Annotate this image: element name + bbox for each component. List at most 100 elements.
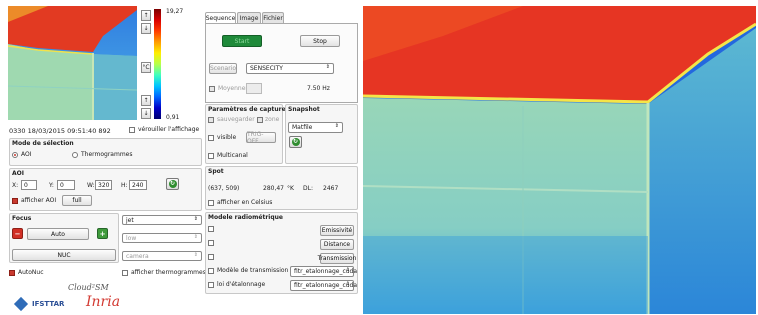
focus-minus-button[interactable]: − xyxy=(12,228,23,239)
gain-select[interactable]: low ⇕ xyxy=(122,233,202,243)
h-input[interactable]: 240 xyxy=(129,180,147,190)
spot-unit: °K xyxy=(287,185,294,192)
scenario-select[interactable]: SENSECITY ⇕ xyxy=(246,63,334,74)
show-thermo-label: afficher thermogrammes xyxy=(131,269,206,276)
cloud2sm-logo: Cloud²SM xyxy=(68,283,109,292)
snapshot-button[interactable]: ↻ xyxy=(289,136,302,148)
auto-focus-button[interactable]: Auto xyxy=(27,228,89,240)
show-aoi-checkbox[interactable] xyxy=(12,198,18,204)
snapshot-value: Matfile xyxy=(292,124,313,131)
h-label: H: xyxy=(121,182,128,189)
full-button[interactable]: full xyxy=(62,195,92,206)
spot-dl: 2467 xyxy=(323,185,339,192)
timestamp: 0330 18/03/2015 09:51:40 892 xyxy=(9,127,111,135)
autonuc-checkbox[interactable] xyxy=(9,270,15,276)
aoi-title: AOI xyxy=(12,170,24,177)
snapshot-group xyxy=(285,104,358,164)
autonuc-label: AutoNuc xyxy=(18,269,44,276)
minus-icon: − xyxy=(14,229,21,238)
w-input[interactable]: 320 xyxy=(95,180,112,190)
ifsttar-icon xyxy=(13,296,29,312)
scale-unit-label: °C xyxy=(142,64,150,71)
emissivite-checkbox[interactable] xyxy=(208,226,214,232)
scale-max: 19,27 xyxy=(166,8,184,15)
multicanal-label: Multicanal xyxy=(217,152,248,159)
scale-unit-button[interactable]: °C xyxy=(141,62,151,73)
refresh-icon: ↻ xyxy=(168,180,177,188)
frame-rate: 7.50 Hz xyxy=(307,85,330,92)
scale-down-button[interactable]: ↓ xyxy=(141,23,151,34)
tab-fichier[interactable]: Fichier xyxy=(262,12,284,23)
distance-checkbox[interactable] xyxy=(208,240,214,246)
visible-label: visible xyxy=(217,134,237,141)
spot-title: Spot xyxy=(208,168,224,175)
selection-title: Mode de sélection xyxy=(12,140,74,147)
zone-checkbox[interactable] xyxy=(257,117,263,123)
calib-label: loi d'étalonnage xyxy=(217,281,266,288)
calib-checkbox[interactable] xyxy=(208,282,214,288)
spot-temp: 280,47 xyxy=(263,185,284,192)
nuc-button[interactable]: NUC xyxy=(12,249,116,261)
celsius-checkbox[interactable] xyxy=(208,200,214,206)
transmission-button[interactable]: Transmission xyxy=(318,253,356,264)
trans-model-select[interactable]: fitr_etalonnage_cuda ⇕ xyxy=(290,266,357,277)
color-scale-bar xyxy=(154,9,161,119)
w-label: W: xyxy=(87,182,95,189)
palette-value: jet xyxy=(126,216,134,224)
y-input[interactable]: 0 xyxy=(57,180,75,190)
aoi-radio[interactable] xyxy=(12,152,18,158)
celsius-label: afficher en Celsius xyxy=(217,199,273,206)
distance-button[interactable]: Distance xyxy=(320,239,354,250)
thermo-radio-label: Thermogrammes xyxy=(81,151,133,158)
moyenner-input[interactable] xyxy=(246,83,262,94)
emissivite-button[interactable]: Emissivité xyxy=(320,225,354,236)
spot-coords: (637, 509) xyxy=(208,185,240,192)
tab-image[interactable]: Image xyxy=(237,12,261,23)
multicanal-checkbox[interactable] xyxy=(208,153,214,159)
scale-up2-button[interactable]: ↑ xyxy=(141,95,151,106)
radio-title: Modele radiométrique xyxy=(208,214,283,221)
moyenner-label: Moyenner xyxy=(218,85,248,92)
source-select[interactable]: camera ⇕ xyxy=(122,251,202,261)
capture-title: Paramètres de capture xyxy=(208,106,286,113)
logos: Cloud²SM IFSTTAR Inria xyxy=(8,281,146,313)
inria-logo: Inria xyxy=(86,294,121,310)
scale-min: 0,91 xyxy=(166,114,180,121)
focus-title: Focus xyxy=(12,215,32,222)
plus-icon: + xyxy=(99,229,106,238)
y-label: Y: xyxy=(49,182,54,189)
x-label: X: xyxy=(12,182,19,189)
scale-down2-button[interactable]: ↓ xyxy=(141,108,151,119)
ifsttar-logo: IFSTTAR xyxy=(32,300,65,308)
lock-display-checkbox[interactable] xyxy=(129,127,135,133)
thermo-radio[interactable] xyxy=(72,152,78,158)
stop-button[interactable]: Stop xyxy=(300,35,340,47)
trans-model-checkbox[interactable] xyxy=(208,268,214,274)
scenario-button[interactable]: Scenario xyxy=(209,63,237,74)
scale-up-button[interactable]: ↑ xyxy=(141,10,151,21)
snapshot-select[interactable]: Matfile ⇕ xyxy=(288,122,343,133)
focus-plus-button[interactable]: + xyxy=(97,228,108,239)
apply-aoi-button[interactable]: ↻ xyxy=(166,178,179,190)
thermal-preview xyxy=(8,6,137,120)
calib-select[interactable]: fitr_etalonnage_cuda ⇕ xyxy=(290,280,357,291)
show-thermo-checkbox[interactable] xyxy=(122,270,128,276)
source-value: camera xyxy=(126,252,149,260)
trans-model-label: Modèle de transmission xyxy=(217,267,289,274)
trig-button[interactable]: TRIG-OFF xyxy=(246,131,276,145)
snapshot-title: Snapshot xyxy=(288,106,320,113)
snapshot-refresh-icon: ↻ xyxy=(291,138,300,146)
x-input[interactable]: 0 xyxy=(21,180,37,190)
spot-dl-label: DL: xyxy=(303,185,313,192)
gain-value: low xyxy=(126,234,137,242)
show-aoi-label: afficher AOI xyxy=(21,197,57,204)
scenario-value: SENSECITY xyxy=(250,65,283,72)
start-button[interactable]: Start xyxy=(222,35,262,47)
visible-checkbox[interactable] xyxy=(208,135,214,141)
transmission-checkbox[interactable] xyxy=(208,254,214,260)
sauvegarder-checkbox[interactable] xyxy=(208,117,214,123)
sauvegarder-label: sauvegarder xyxy=(217,116,255,123)
palette-select[interactable]: jet ⇕ xyxy=(122,215,202,225)
moyenner-checkbox[interactable] xyxy=(209,86,215,92)
zone-label: zone xyxy=(265,116,280,123)
